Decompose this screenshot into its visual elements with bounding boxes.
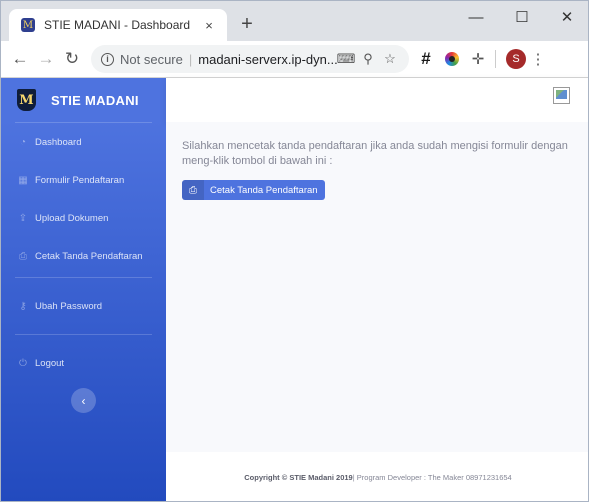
print-icon: ⎙ (19, 250, 27, 262)
power-icon: ⏻ (19, 357, 27, 369)
tab-title: STIE MADANI - Dashboard (44, 18, 191, 32)
upload-icon: ⇪ (18, 212, 28, 224)
reload-icon[interactable]: ↻ (59, 49, 85, 69)
footer: Copyright © STIE Madani 2019 | Program D… (166, 452, 588, 501)
sidebar-item-label: Dashboard (35, 136, 82, 148)
toolbar-divider (495, 50, 496, 68)
broken-image-icon[interactable] (553, 87, 570, 104)
top-navbar (166, 78, 588, 122)
sidebar-item-label: Cetak Tanda Pendaftaran (35, 250, 143, 262)
sidebar: M STIE MADANI ◔ Dashboard ▦ Formulir Pen… (1, 78, 166, 501)
main-content: Silahkan mencetak tanda pendaftaran jika… (166, 122, 588, 452)
key-icon: ⚷ (19, 300, 27, 312)
browser-toolbar: ← → ↻ i Not secure | madani-serverx.ip-d… (1, 41, 588, 78)
favicon-icon: M (21, 18, 35, 32)
sidebar-item-password[interactable]: ⚷ Ubah Password (1, 278, 166, 334)
print-icon: ⎙ (182, 180, 204, 200)
developer-credit: | Program Developer : The Maker 08971231… (352, 473, 512, 482)
translate-icon[interactable]: ⌨ (335, 51, 357, 67)
sidebar-item-label: Ubah Password (35, 300, 103, 312)
tachometer-icon: ◔ (19, 136, 27, 148)
sidebar-item-label: Upload Dokumen (35, 212, 109, 224)
address-separator: | (188, 51, 193, 67)
sidebar-brand[interactable]: M STIE MADANI (1, 78, 166, 122)
instruction-text: Silahkan mencetak tanda pendaftaran jika… (182, 140, 568, 167)
minimize-button[interactable]: — (454, 7, 498, 29)
security-label: Not secure (120, 51, 183, 67)
sidebar-item-upload[interactable]: ⇪ Upload Dokumen (1, 199, 166, 237)
browser-tab[interactable]: M STIE MADANI - Dashboard × (9, 9, 227, 41)
tab-close-icon[interactable]: × (199, 18, 219, 33)
extension-grid-icon[interactable]: # (413, 49, 439, 69)
sidebar-item-label: Logout (35, 357, 65, 369)
table-icon: ▦ (18, 174, 28, 186)
menu-dots-icon[interactable]: ⋮ (530, 50, 546, 68)
sidebar-toggle-button[interactable]: ‹ (71, 388, 96, 413)
new-tab-button[interactable]: + (235, 14, 259, 34)
sidebar-item-logout[interactable]: ⏻ Logout (1, 335, 166, 391)
print-registration-button[interactable]: ⎙ Cetak Tanda Pendaftaran (182, 180, 325, 200)
back-arrow-icon[interactable]: ← (7, 49, 33, 69)
move-extension-icon[interactable]: ✛ (465, 50, 491, 68)
color-picker-extension-icon[interactable] (445, 52, 459, 66)
copyright-text: Copyright © STIE Madani 2019 (244, 473, 353, 482)
bookmark-star-icon[interactable]: ☆ (379, 51, 401, 67)
title-bar: M STIE MADANI - Dashboard × + — ☐ ✕ (1, 1, 588, 41)
brand-logo-icon: M (17, 89, 36, 111)
sidebar-item-label: Formulir Pendaftaran (35, 174, 125, 186)
url-text: madani-serverx.ip-dyn... (198, 51, 338, 67)
brand-name: STIE MADANI (51, 92, 139, 108)
sidebar-item-dashboard[interactable]: ◔ Dashboard (1, 123, 166, 161)
sidebar-item-cetak[interactable]: ⎙ Cetak Tanda Pendaftaran (1, 237, 166, 275)
print-button-label: Cetak Tanda Pendaftaran (210, 184, 318, 196)
maximize-button[interactable]: ☐ (500, 7, 544, 29)
profile-avatar[interactable]: S (506, 49, 526, 69)
info-icon[interactable]: i (101, 52, 114, 66)
browser-window: M STIE MADANI - Dashboard × + — ☐ ✕ ← → … (0, 0, 589, 502)
sidebar-item-formulir[interactable]: ▦ Formulir Pendaftaran (1, 161, 166, 199)
zoom-icon[interactable]: ⚲ (357, 51, 379, 67)
forward-arrow-icon[interactable]: → (33, 49, 59, 69)
close-window-button[interactable]: ✕ (545, 7, 588, 29)
